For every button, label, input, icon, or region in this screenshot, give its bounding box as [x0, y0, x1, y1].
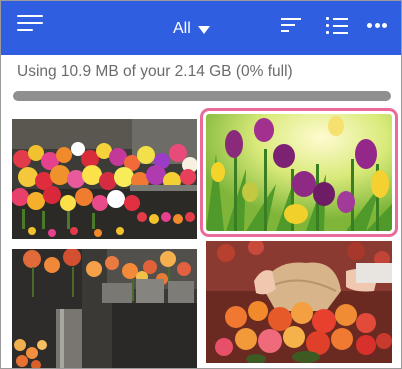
filter-dropdown[interactable]: All [173, 18, 210, 40]
menu-icon[interactable] [17, 15, 43, 37]
top-app-bar: All [1, 1, 401, 55]
photo-thumbnail-2-selected[interactable] [206, 114, 392, 231]
sort-icon[interactable] [281, 18, 301, 34]
list-view-icon[interactable] [326, 17, 348, 35]
photo-thumbnail-4[interactable] [206, 241, 392, 363]
photo-thumbnail-3[interactable] [12, 249, 197, 368]
photo-thumbnail-1[interactable] [12, 119, 197, 239]
filter-label: All [173, 20, 191, 37]
storage-usage-text: Using 10.9 MB of your 2.14 GB (0% full) [17, 63, 293, 80]
app-window: All Using 10.9 MB of your 2.14 GB (0% fu… [0, 0, 402, 369]
chevron-down-icon [197, 26, 210, 34]
more-icon[interactable] [367, 23, 387, 29]
storage-progress-bar [13, 91, 391, 101]
